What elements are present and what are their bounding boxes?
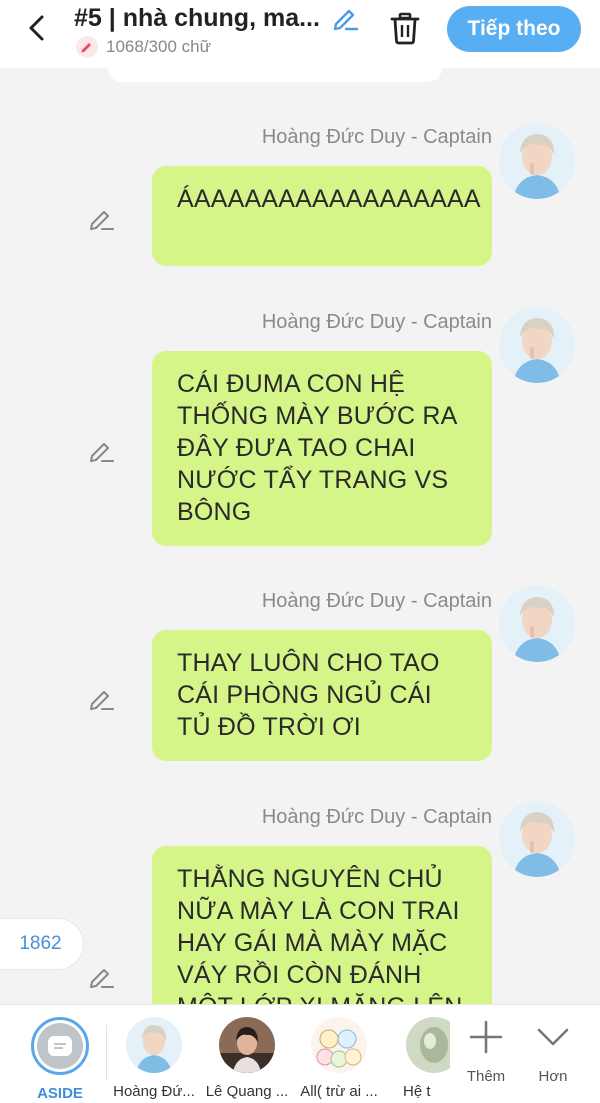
chevron-down-icon [537, 1028, 569, 1046]
avatar [126, 1017, 182, 1073]
more-button[interactable]: Hơn [523, 1019, 583, 1085]
message-author: Hoàng Đức Duy - Captain [261, 590, 492, 612]
edit-title-button[interactable] [330, 2, 360, 32]
word-count: 1068/300 chữ [76, 36, 211, 58]
avatar [311, 1017, 367, 1073]
edit-message-button[interactable] [88, 962, 116, 990]
character-label: All( trừ ai ... [300, 1083, 378, 1100]
character-label: Lê Quang ... [205, 1083, 289, 1100]
message-author: Hoàng Đức Duy - Captain [261, 311, 492, 333]
character-aside[interactable]: ASIDE [15, 1017, 105, 1102]
character-hoang-duc-duy[interactable]: Hoàng Đứ... [109, 1017, 199, 1100]
back-arrow-icon [29, 15, 44, 41]
edit-message-button[interactable] [88, 684, 116, 712]
avatar[interactable] [499, 586, 575, 662]
edit-icon [90, 691, 114, 710]
word-count-text: 1068/300 chữ [106, 37, 211, 56]
plus-icon [469, 1020, 503, 1054]
avatar[interactable] [499, 123, 575, 199]
more-label: Hơn [538, 1068, 568, 1085]
chapter-title[interactable]: #5 | nhà chung, ma... [74, 2, 336, 34]
trash-icon [390, 12, 420, 45]
message-bubble[interactable]: ÁAAAAAAAAAAAAAAAAA [152, 166, 492, 266]
message-icon [48, 1036, 72, 1056]
back-button[interactable] [22, 12, 52, 44]
character-label: Hệ t [403, 1083, 431, 1100]
avatar[interactable] [499, 307, 575, 383]
message-counter[interactable]: 1862 [0, 918, 84, 970]
edit-icon [90, 969, 114, 988]
avatar [406, 1017, 450, 1073]
pencil-icon [76, 36, 98, 58]
character-bar: ASIDE Hoàng Đứ... Lê Quang ... All(trừ … [0, 1004, 600, 1103]
character-all[interactable]: All( trừ ai ... [294, 1017, 384, 1100]
next-button[interactable]: Tiếp theo [447, 6, 581, 52]
add-label: Thêm [466, 1068, 506, 1085]
message-author: Hoàng Đức Duy - Captain [261, 806, 492, 828]
add-character-button[interactable]: Thêm [456, 1019, 516, 1085]
avatar [219, 1017, 275, 1073]
divider [106, 1025, 107, 1081]
aside-avatar [31, 1017, 89, 1075]
message-bubble[interactable]: THẰNG NGUYÊN CHỦ NỮA MÀY LÀ CON TRAI HAY… [152, 846, 492, 1004]
message-bubble[interactable]: CÁI ĐUMA CON HỆ THỐNG MÀY BƯỚC RA ĐÂY ĐƯ… [152, 351, 492, 546]
top-bar: #5 | nhà chung, ma... 1068/300 chữ Tiếp … [0, 0, 600, 68]
edit-icon [90, 211, 114, 230]
edit-message-button[interactable] [88, 436, 116, 464]
previous-card [108, 62, 442, 82]
character-label: Hoàng Đứ... [113, 1083, 195, 1100]
message-author: Hoàng Đức Duy - Captain [261, 126, 492, 148]
edit-icon [90, 443, 114, 462]
message-bubble[interactable]: THAY LUÔN CHO TAO CÁI PHÒNG NGỦ CÁI TỦ Đ… [152, 630, 492, 761]
character-le-quang[interactable]: Lê Quang ... [202, 1017, 292, 1100]
delete-button[interactable] [388, 10, 422, 46]
edit-message-button[interactable] [88, 204, 116, 232]
character-label: ASIDE [37, 1085, 83, 1102]
avatar[interactable] [499, 801, 575, 877]
character-he-thong[interactable]: Hệ t [386, 1017, 450, 1100]
pencil-icon [333, 9, 359, 31]
